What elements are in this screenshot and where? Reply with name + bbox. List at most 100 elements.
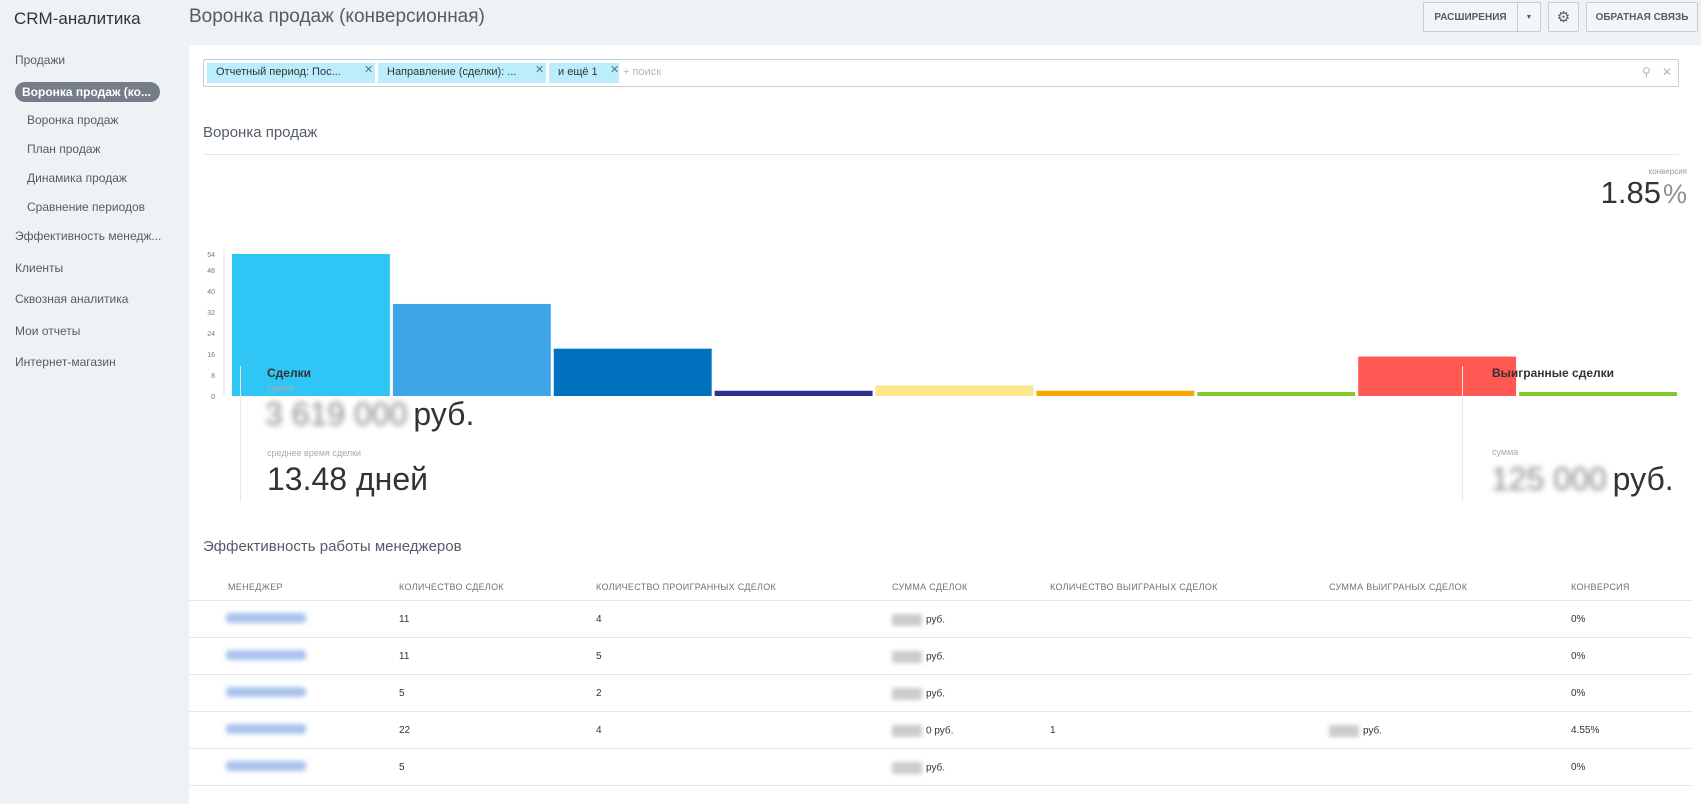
conversion: 0% bbox=[1571, 688, 1586, 699]
column-header[interactable]: СУММА СДЕЛОК bbox=[892, 582, 968, 592]
deals-count: 11 bbox=[399, 651, 410, 662]
settings-button[interactable]: ⚙ bbox=[1548, 2, 1579, 32]
deals-sum: руб. bbox=[892, 614, 945, 626]
sidebar-item-sales-plan[interactable]: План продаж bbox=[27, 142, 101, 156]
column-header[interactable]: КОЛИЧЕСТВО ВЫИГРАНЫХ СДЕЛОК bbox=[1050, 582, 1218, 592]
table-row[interactable]: 5 руб. 0% bbox=[189, 749, 1692, 786]
sidebar-item-manager-efficiency[interactable]: Эффективность менедж... bbox=[15, 229, 161, 243]
funnel-bar bbox=[1197, 392, 1356, 396]
deals-title: Сделки bbox=[267, 366, 311, 380]
y-tick-label: 48 bbox=[207, 268, 215, 275]
extensions-dropdown-button[interactable]: ▼ bbox=[1517, 2, 1541, 32]
deals-sum-label: сумма bbox=[267, 383, 294, 393]
lost-count: 2 bbox=[596, 688, 602, 699]
won-title: Выигранные сделки bbox=[1492, 366, 1615, 380]
y-tick-label: 16 bbox=[207, 352, 215, 359]
blurred-amount bbox=[892, 762, 922, 774]
manager-name[interactable] bbox=[226, 761, 306, 771]
sidebar-item-funnel-conversion[interactable]: Воронка продаж (ко... bbox=[15, 82, 160, 102]
page-title: Воронка продаж (конверсионная) bbox=[189, 6, 485, 27]
sidebar-item-sales[interactable]: Продажи bbox=[15, 53, 65, 67]
deals-sum-text: руб. bbox=[926, 762, 946, 774]
deals-sum-text: руб. bbox=[926, 614, 946, 626]
table-row[interactable]: 5 2 руб. 0% bbox=[189, 675, 1692, 712]
avg-time-value: 13.48 дней bbox=[267, 461, 428, 497]
deals-count: 22 bbox=[399, 725, 411, 736]
managers-title: Эффективность работы менеджеров bbox=[203, 538, 462, 555]
column-header[interactable]: КОНВЕРСИЯ bbox=[1571, 582, 1630, 592]
sidebar-item-period-compare[interactable]: Сравнение периодов bbox=[27, 200, 145, 214]
funnel-bar bbox=[553, 348, 712, 396]
remove-chip-icon[interactable]: ✕ bbox=[610, 63, 619, 76]
deals-sum-value: 3 619 000 bbox=[265, 396, 408, 432]
deals-sum: 0 руб. bbox=[892, 725, 953, 737]
filter-chip-label: Отчетный период: Пос... bbox=[216, 66, 341, 78]
remove-chip-icon[interactable]: ✕ bbox=[364, 63, 373, 76]
sidebar-item-my-reports[interactable]: Мои отчеты bbox=[15, 324, 80, 338]
lost-count: 4 bbox=[596, 725, 602, 736]
caret-down-icon: ▼ bbox=[1525, 13, 1533, 21]
remove-chip-icon[interactable]: ✕ bbox=[535, 63, 544, 76]
funnel-bar bbox=[875, 385, 1034, 396]
deals-sum: 3 619 000 руб. bbox=[265, 396, 474, 433]
won-sum: 125 000 руб. bbox=[1491, 461, 1674, 498]
table-row[interactable]: 11 4 руб. 0% bbox=[189, 601, 1692, 638]
won-count: 1 bbox=[1050, 725, 1056, 736]
blurred-amount bbox=[892, 651, 922, 663]
sidebar-item-eshop[interactable]: Интернет-магазин bbox=[15, 355, 116, 369]
y-tick-label: 40 bbox=[207, 289, 215, 296]
funnel-bar bbox=[392, 303, 551, 396]
filter-chip-more[interactable]: и ещё 1 bbox=[549, 63, 619, 83]
search-icon[interactable]: ⚲ bbox=[1642, 65, 1651, 79]
sidebar-item-clients[interactable]: Клиенты bbox=[15, 261, 63, 275]
extensions-button[interactable]: РАСШИРЕНИЯ bbox=[1423, 2, 1518, 32]
deals-sum-text: 0 руб. bbox=[926, 725, 954, 737]
deals-sum-text: руб. bbox=[926, 688, 946, 700]
close-icon[interactable]: ✕ bbox=[1662, 65, 1672, 79]
funnel-bar-chart: 0 8 16 24 32 40 48 54 bbox=[207, 250, 1677, 400]
feedback-button[interactable]: ОБРАТНАЯ СВЯЗЬ bbox=[1586, 2, 1698, 32]
filter-chip-label: Направление (сделки): ... bbox=[387, 66, 517, 78]
deals-sum: руб. bbox=[892, 651, 945, 663]
deals-sum: руб. bbox=[892, 688, 945, 700]
manager-name[interactable] bbox=[226, 650, 306, 660]
column-header[interactable]: КОЛИЧЕСТВО ПРОИГРАННЫХ СДЕЛОК bbox=[596, 582, 776, 592]
funnel-bar bbox=[1519, 392, 1677, 396]
deals-sum: руб. bbox=[892, 762, 945, 774]
filter-bar[interactable]: Отчетный период: Пос... ✕ Направление (с… bbox=[203, 59, 1679, 87]
y-tick-label: 24 bbox=[207, 331, 215, 338]
main-panel: Отчетный период: Пос... ✕ Направление (с… bbox=[189, 45, 1701, 804]
table-row[interactable]: 11 5 руб. 0% bbox=[189, 638, 1692, 675]
y-tick-label: 54 bbox=[207, 252, 215, 259]
conversion: 0% bbox=[1571, 614, 1586, 625]
manager-name[interactable] bbox=[226, 613, 306, 623]
conversion: 0% bbox=[1571, 762, 1586, 773]
filter-chip-direction[interactable]: Направление (сделки): ... bbox=[378, 63, 546, 83]
manager-name[interactable] bbox=[226, 724, 306, 734]
blurred-amount bbox=[1329, 725, 1359, 737]
funnel-bar bbox=[1036, 390, 1195, 396]
manager-name[interactable] bbox=[226, 687, 306, 697]
blurred-amount bbox=[892, 688, 922, 700]
sidebar-item-sales-dynamics[interactable]: Динамика продаж bbox=[27, 171, 127, 185]
deals-sum-text: руб. bbox=[926, 651, 946, 663]
avg-time-label: среднее время сделки bbox=[267, 448, 362, 458]
conversion: 0% bbox=[1571, 651, 1586, 662]
funnel-bar bbox=[714, 390, 873, 396]
blurred-amount bbox=[892, 614, 922, 626]
column-header[interactable]: МЕНЕДЖЕР bbox=[228, 582, 283, 592]
column-header[interactable]: СУММА ВЫИГРАНЫХ СДЕЛОК bbox=[1329, 582, 1467, 592]
currency: руб. bbox=[413, 396, 475, 432]
search-input[interactable]: + поиск bbox=[623, 66, 661, 78]
funnel-title: Воронка продаж bbox=[203, 124, 318, 141]
filter-chip-period[interactable]: Отчетный период: Пос... bbox=[207, 63, 375, 83]
divider bbox=[203, 154, 1679, 155]
column-header[interactable]: КОЛИЧЕСТВО СДЕЛОК bbox=[399, 582, 504, 592]
conversion: 4.55% bbox=[1571, 725, 1600, 736]
gear-icon: ⚙ bbox=[1556, 9, 1571, 26]
deals-count: 5 bbox=[399, 688, 405, 699]
table-row[interactable]: 22 4 0 руб. 1 руб. 4.55% bbox=[189, 712, 1692, 749]
sidebar-item-end-to-end[interactable]: Сквозная аналитика bbox=[15, 292, 128, 306]
blurred-amount bbox=[892, 725, 922, 737]
sidebar-item-funnel[interactable]: Воронка продаж bbox=[27, 113, 118, 127]
